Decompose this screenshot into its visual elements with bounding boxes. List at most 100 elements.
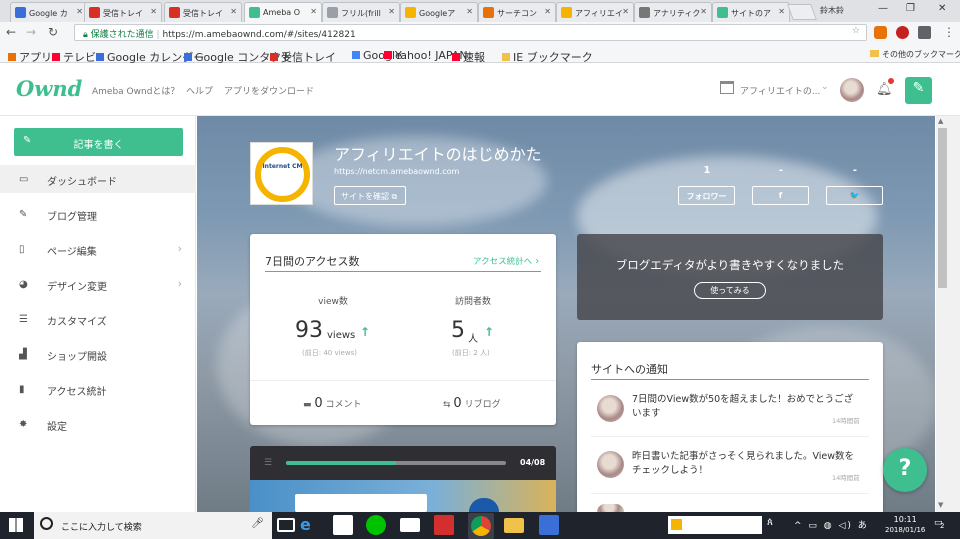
close-tab-icon[interactable]: ✕ bbox=[778, 7, 785, 16]
close-tab-icon[interactable]: ✕ bbox=[76, 7, 83, 16]
bookmark-label: IE ブックマーク bbox=[513, 51, 593, 64]
sidebar-item[interactable]: ◕ デザイン変更 › bbox=[0, 270, 196, 298]
microphone-icon[interactable]: 🎤︎ bbox=[251, 518, 264, 529]
browser-tab[interactable]: フリル(frill ✕ bbox=[322, 2, 400, 22]
browser-tab[interactable]: 受信トレイ ✕ bbox=[164, 2, 242, 22]
browser-tab[interactable]: Google カ ✕ bbox=[10, 2, 88, 22]
browser-tab[interactable]: サイトのア ✕ bbox=[712, 2, 790, 22]
follower-button[interactable]: フォロワー bbox=[678, 186, 735, 205]
browser-tab[interactable]: 受信トレイ ✕ bbox=[84, 2, 162, 22]
close-tab-icon[interactable]: ✕ bbox=[466, 7, 473, 16]
toolbar-search-box[interactable] bbox=[668, 516, 762, 534]
browser-tab[interactable]: アフィリエイ ✕ bbox=[556, 2, 634, 22]
sidebar-item[interactable]: ▮ アクセス統計 bbox=[0, 375, 196, 403]
forward-icon[interactable]: → bbox=[26, 25, 36, 39]
browser-tab[interactable]: サーチコン ✕ bbox=[478, 2, 556, 22]
close-tab-icon[interactable]: ✕ bbox=[230, 7, 237, 16]
notification-dot bbox=[888, 78, 894, 84]
comment-icon: ▬ bbox=[303, 400, 312, 410]
line-icon[interactable] bbox=[366, 515, 386, 535]
scroll-up-icon[interactable]: ▲ bbox=[938, 117, 943, 125]
bookmark-label: 速報 bbox=[463, 51, 485, 64]
bookmark-item[interactable]: アプリ bbox=[8, 49, 52, 65]
tutorial-screenshot bbox=[295, 494, 427, 512]
reload-icon[interactable]: ↻ bbox=[48, 25, 58, 39]
sidebar-item[interactable]: ✎ ブログ管理 bbox=[0, 200, 196, 228]
minimize-icon[interactable]: — bbox=[878, 3, 888, 14]
back-icon[interactable]: ← bbox=[6, 25, 16, 39]
browser-tab[interactable]: アナリティク ✕ bbox=[634, 2, 712, 22]
task-view-icon[interactable] bbox=[277, 518, 295, 532]
sidebar-item[interactable]: ✸ 設定 bbox=[0, 410, 196, 438]
sidebar-item[interactable]: ☰ カスタマイズ bbox=[0, 305, 196, 333]
extension-icon[interactable] bbox=[874, 26, 887, 39]
other-bookmarks[interactable]: その他のブックマーク bbox=[870, 49, 960, 60]
nav-about[interactable]: Ameba Owndとは？ bbox=[92, 84, 179, 97]
extension-cube-icon[interactable] bbox=[918, 26, 931, 39]
site-url[interactable]: https://netcm.amebaownd.com bbox=[334, 167, 459, 176]
compose-icon[interactable]: ✎ bbox=[905, 77, 932, 104]
nav-download-app[interactable]: アプリをダウンロード bbox=[224, 84, 314, 97]
chevron-down-icon[interactable]: ⌄ bbox=[821, 82, 829, 92]
site-selector[interactable]: アフィリエイトの... bbox=[740, 84, 820, 97]
chrome-icon[interactable] bbox=[471, 516, 491, 536]
close-tab-icon[interactable]: ✕ bbox=[310, 7, 317, 16]
omnibox[interactable]: 🔒︎ 保護された通信 | https://m.amebaownd.com/#/s… bbox=[74, 24, 867, 41]
sidebar-item[interactable]: ▟ ショップ開設 bbox=[0, 340, 196, 368]
sidebar-item[interactable]: ▯ ページ編集 › bbox=[0, 235, 196, 263]
action-center-icon[interactable]: ▭ 2 bbox=[934, 518, 944, 530]
twitter-icon[interactable]: 🐦 bbox=[826, 186, 883, 205]
sidebar-item[interactable]: ▭ ダッシュボード bbox=[0, 165, 196, 193]
mail-icon[interactable] bbox=[400, 518, 420, 532]
scroll-down-icon[interactable]: ▼ bbox=[938, 501, 943, 509]
close-tab-icon[interactable]: ✕ bbox=[700, 7, 707, 16]
access-stats-link[interactable]: アクセス統計へ › bbox=[473, 255, 539, 267]
visitors-label: 訪問者数 bbox=[454, 297, 491, 307]
scrollbar-thumb[interactable] bbox=[938, 128, 947, 288]
explorer-icon[interactable] bbox=[504, 518, 524, 533]
try-it-button[interactable]: 使ってみる bbox=[694, 282, 766, 299]
tray-icons[interactable]: ^ ▭ ◍ ◁) あ bbox=[794, 518, 869, 531]
tab-favicon-icon bbox=[327, 7, 338, 18]
site-title: アフィリエイトのはじめかた bbox=[334, 145, 542, 164]
notice-text[interactable]: 昨日書いた記事がさっそく見られました。View数をチェックしよう！ bbox=[632, 450, 862, 478]
close-tab-icon[interactable]: ✕ bbox=[544, 7, 551, 16]
menu-icon[interactable]: ☰ bbox=[264, 458, 272, 468]
restore-icon[interactable]: ❐ bbox=[906, 3, 915, 14]
site-logo: Internet CM bbox=[250, 142, 313, 205]
edge-icon[interactable]: e bbox=[300, 515, 320, 535]
write-article-button[interactable]: ✎ 記事を書く bbox=[14, 128, 183, 156]
profile-name[interactable]: 鈴木鈴 bbox=[820, 5, 844, 16]
notice-time: 14時間前 bbox=[832, 417, 860, 425]
help-button[interactable]: ? bbox=[883, 448, 927, 492]
paint-icon[interactable] bbox=[539, 515, 559, 535]
nav-help[interactable]: ヘルプ bbox=[186, 84, 213, 97]
browser-tab[interactable]: Ameba O ✕ bbox=[244, 2, 322, 22]
taskbar-clock[interactable]: 10:11 2018/01/16 bbox=[885, 514, 925, 536]
close-tab-icon[interactable]: ✕ bbox=[388, 7, 395, 16]
bookmark-item[interactable]: 速報 bbox=[452, 49, 485, 65]
windows-start-icon[interactable] bbox=[9, 518, 23, 532]
bookmark-item[interactable]: IE ブックマーク bbox=[502, 49, 593, 65]
taskbar-search[interactable]: ここに入力して検索 🎤︎ bbox=[34, 512, 272, 539]
app-icon[interactable] bbox=[434, 515, 454, 535]
close-window-icon[interactable]: ✕ bbox=[938, 3, 946, 14]
avatar[interactable] bbox=[840, 78, 864, 102]
people-icon[interactable]: ጰ bbox=[767, 517, 773, 528]
ownd-logo[interactable]: Ownd bbox=[16, 76, 82, 101]
page-icon: ▯ bbox=[19, 244, 25, 255]
facebook-icon[interactable]: f bbox=[752, 186, 809, 205]
bookmark-item[interactable]: 受信トレイ bbox=[270, 49, 336, 65]
extension-r-icon[interactable] bbox=[896, 26, 909, 39]
star-icon[interactable]: ☆ bbox=[852, 26, 860, 36]
notice-text[interactable]: 7日間のView数が50を超えました！おめでとうございます bbox=[632, 393, 862, 421]
tab-label: サーチコン bbox=[497, 9, 537, 18]
menu-dots-icon[interactable]: ⋮ bbox=[943, 25, 955, 39]
bookmark-item[interactable]: テレビ bbox=[52, 49, 96, 65]
close-tab-icon[interactable]: ✕ bbox=[150, 7, 157, 16]
close-tab-icon[interactable]: ✕ bbox=[622, 7, 629, 16]
store-icon[interactable] bbox=[333, 515, 353, 535]
browser-tab[interactable]: Googleア ✕ bbox=[400, 2, 478, 22]
bell-icon[interactable]: 🔔︎ bbox=[876, 82, 893, 97]
view-site-button[interactable]: サイトを確認 ⧉ bbox=[334, 186, 406, 205]
